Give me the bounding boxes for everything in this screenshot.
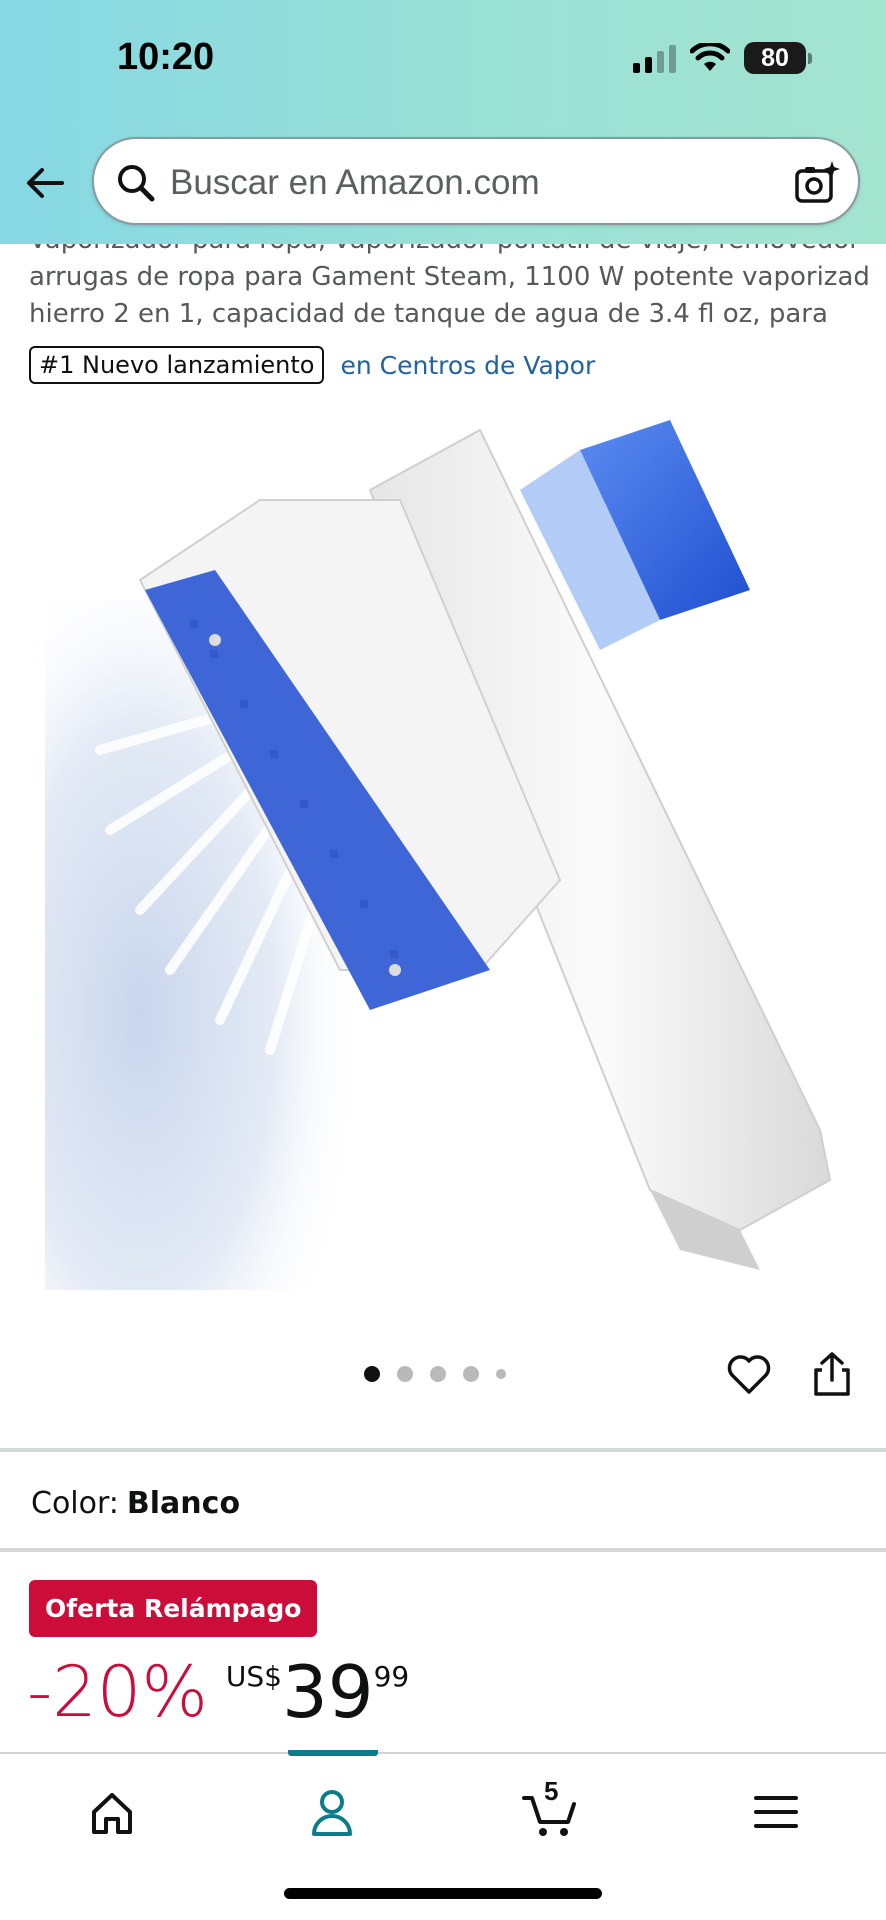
category-link[interactable]: en Centros de Vapor <box>340 351 595 380</box>
product-title-line: arrugas de ropa para Gament Steam, 1100 … <box>29 262 869 292</box>
status-time: 10:20 <box>117 36 215 78</box>
carousel-dot[interactable] <box>496 1369 506 1379</box>
product-image[interactable] <box>40 410 860 1290</box>
discount-percent: -20% <box>27 1651 208 1733</box>
heart-icon[interactable] <box>725 1350 773 1398</box>
carousel-dot[interactable] <box>364 1366 380 1382</box>
bestseller-row: #1 Nuevo lanzamiento en Centros de Vapor <box>29 346 595 384</box>
share-icon[interactable] <box>808 1350 856 1398</box>
battery-icon: 80 <box>744 42 812 74</box>
product-title-line: hierro 2 en 1, capacidad de tanque de ag… <box>29 299 828 329</box>
active-tab-indicator <box>288 1750 378 1756</box>
section-divider <box>0 1448 886 1452</box>
section-divider <box>0 1548 886 1552</box>
color-selector[interactable]: Color: Blanco <box>31 1486 240 1521</box>
color-label: Color: <box>31 1486 119 1521</box>
image-carousel-dots[interactable] <box>364 1366 506 1382</box>
carousel-dot[interactable] <box>463 1366 479 1382</box>
menu-icon[interactable] <box>746 1782 806 1842</box>
color-value: Blanco <box>126 1486 241 1521</box>
carousel-dot[interactable] <box>397 1366 413 1382</box>
search-placeholder: Buscar en Amazon.com <box>170 163 540 202</box>
account-icon[interactable] <box>302 1782 362 1842</box>
price-fraction: 99 <box>373 1660 410 1693</box>
search-input[interactable]: Buscar en Amazon.com <box>92 137 860 225</box>
wifi-icon <box>690 43 730 71</box>
home-indicator <box>284 1888 602 1899</box>
home-icon[interactable] <box>82 1782 142 1842</box>
new-release-badge: #1 Nuevo lanzamiento <box>29 346 325 384</box>
cellular-signal-icon <box>633 43 676 73</box>
status-icons: 80 <box>633 42 812 74</box>
top-header: 10:20 80 Buscar en Amazon.com <box>0 0 886 244</box>
price-row: -20% US$ 39 99 <box>27 1652 409 1732</box>
search-icon <box>118 165 155 202</box>
cart-count: 5 <box>544 1776 559 1806</box>
price-whole: 39 <box>281 1650 374 1734</box>
arrow-left-icon[interactable] <box>22 160 68 206</box>
cart-button[interactable]: 5 <box>520 1776 580 1842</box>
carousel-dot[interactable] <box>430 1366 446 1382</box>
lightning-deal-badge: Oferta Relámpago <box>29 1580 318 1637</box>
price-currency: US$ <box>225 1660 282 1693</box>
camera-search-icon[interactable] <box>792 159 840 207</box>
